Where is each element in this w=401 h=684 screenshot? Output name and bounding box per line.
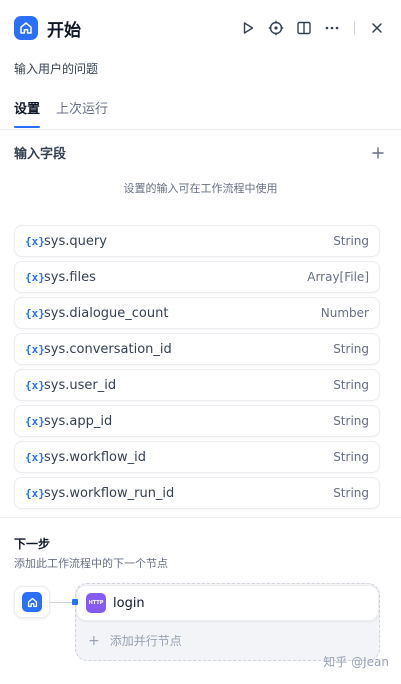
node-description[interactable]: 输入用户的问题	[14, 60, 98, 77]
variable-row[interactable]: {x} sys.query String	[14, 225, 380, 257]
variable-name: sys.workflow_id	[44, 449, 146, 465]
variable-row[interactable]: {x} sys.app_id String	[14, 405, 380, 437]
page-title: 开始	[47, 20, 81, 41]
tab-settings[interactable]: 设置	[14, 98, 41, 128]
next-node-login[interactable]: HTTP login	[76, 585, 379, 621]
next-node-label: login	[113, 595, 145, 611]
section-divider	[0, 517, 401, 518]
variable-icon: {x}	[25, 306, 45, 320]
variable-icon: {x}	[25, 342, 45, 356]
variable-type: String	[333, 234, 369, 248]
variable-row[interactable]: {x} sys.dialogue_count Number	[14, 297, 380, 329]
variable-icon: {x}	[25, 450, 45, 464]
locate-icon	[268, 20, 284, 36]
split-view-icon	[297, 21, 311, 35]
variable-row[interactable]: {x} sys.workflow_id String	[14, 441, 380, 473]
variable-icon: {x}	[25, 378, 45, 392]
close-button[interactable]	[367, 18, 387, 38]
split-view-button[interactable]	[294, 18, 314, 38]
add-parallel-label: 添加并行节点	[109, 634, 182, 648]
connector-handle[interactable]	[72, 599, 78, 605]
variable-type: String	[333, 450, 369, 464]
next-step-description: 添加此工作流程中的下一个节点	[14, 557, 168, 570]
panel-header: 开始	[14, 14, 387, 42]
variable-name: sys.dialogue_count	[44, 305, 169, 321]
variable-icon: {x}	[25, 270, 45, 284]
variable-icon: {x}	[25, 234, 45, 248]
variable-row[interactable]: {x} sys.conversation_id String	[14, 333, 380, 365]
locate-button[interactable]	[266, 18, 286, 38]
plus-icon: +	[88, 632, 100, 649]
home-icon	[22, 592, 42, 612]
run-icon	[243, 22, 254, 34]
variable-icon: {x}	[25, 486, 45, 500]
header-divider	[354, 21, 355, 35]
tab-divider	[0, 129, 401, 130]
close-icon	[372, 23, 382, 33]
variable-name: sys.query	[44, 233, 107, 249]
more-button[interactable]	[322, 18, 342, 38]
variable-type: String	[333, 342, 369, 356]
section-title: 输入字段	[14, 147, 67, 162]
variable-name: sys.user_id	[44, 377, 117, 393]
input-fields-hint: 设置的输入可在工作流程中使用	[123, 182, 278, 195]
variable-list: {x} sys.query String {x} sys.files Array…	[14, 225, 380, 513]
run-button[interactable]	[238, 18, 258, 38]
more-icon	[325, 26, 339, 30]
http-icon: HTTP	[86, 593, 106, 613]
add-parallel-node-button[interactable]: + 添加并行节点	[88, 632, 182, 649]
variable-name: sys.workflow_run_id	[44, 485, 175, 501]
plus-icon	[372, 146, 384, 159]
variable-name: sys.conversation_id	[44, 341, 172, 357]
variable-type: String	[333, 414, 369, 428]
tab-last-run[interactable]: 上次运行	[56, 98, 108, 127]
variable-type: String	[333, 378, 369, 392]
variable-type: Number	[320, 306, 369, 320]
variable-name: sys.files	[44, 269, 96, 285]
next-step-title: 下一步	[14, 537, 51, 551]
variable-row[interactable]: {x} sys.files Array[File]	[14, 261, 380, 293]
variable-row[interactable]: {x} sys.user_id String	[14, 369, 380, 401]
variable-type: Array[File]	[307, 270, 369, 284]
variable-row[interactable]: {x} sys.workflow_run_id String	[14, 477, 380, 509]
add-field-button[interactable]	[369, 144, 387, 162]
input-fields-header: 输入字段	[14, 143, 387, 162]
home-icon	[14, 16, 38, 40]
connector-line	[50, 602, 74, 603]
variable-name: sys.app_id	[44, 413, 113, 429]
tab-bar: 设置 上次运行	[14, 98, 124, 128]
watermark: 知乎 @Jean	[323, 655, 389, 669]
variable-type: String	[333, 486, 369, 500]
current-node	[14, 586, 50, 618]
variable-icon: {x}	[25, 414, 45, 428]
